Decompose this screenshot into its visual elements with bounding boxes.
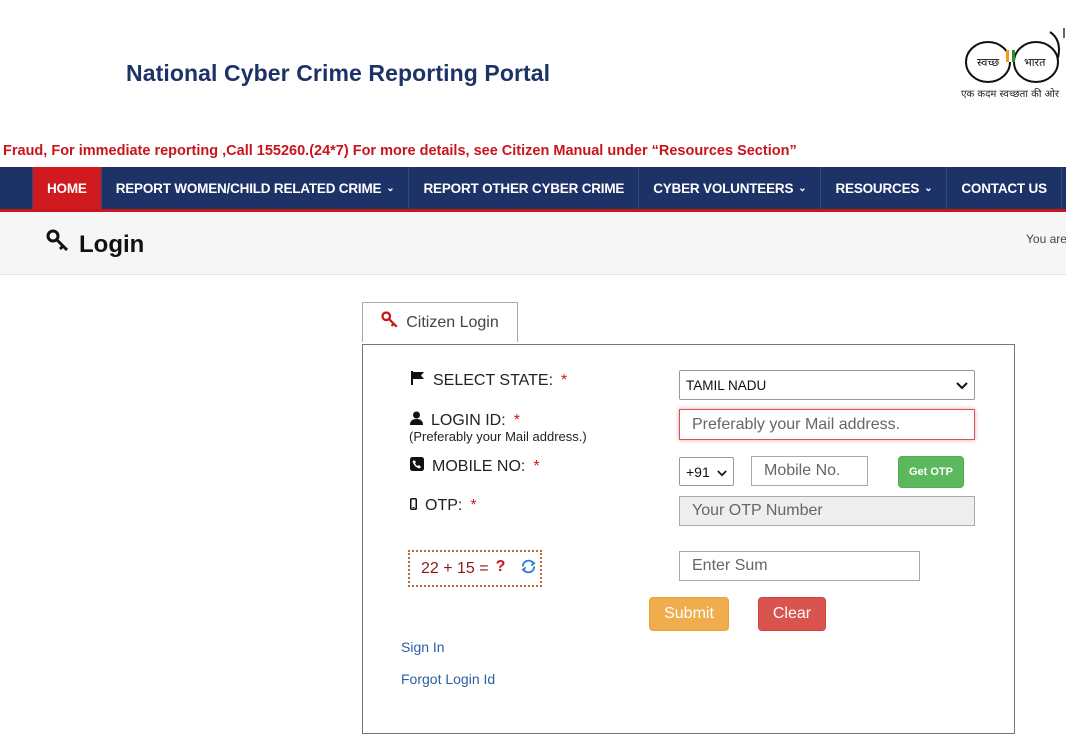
logo-right-text: भारत	[1024, 56, 1046, 69]
site-title: National Cyber Crime Reporting Portal	[126, 60, 551, 86]
submit-button[interactable]: Submit	[649, 597, 729, 631]
otp-label-text: OTP:	[425, 497, 463, 514]
otp-label: OTP: *	[410, 497, 477, 515]
otp-input[interactable]: Your OTP Number	[679, 496, 975, 526]
required-mark: *	[513, 411, 520, 429]
required-mark: *	[561, 371, 568, 389]
nav-cyber-volunteers-label: CYBER VOLUNTEERS	[653, 180, 794, 196]
nav-contact-us[interactable]: CONTACT US	[947, 167, 1062, 209]
key-icon	[46, 229, 70, 260]
state-label-text: SELECT STATE:	[433, 371, 554, 389]
refresh-icon[interactable]	[520, 558, 537, 580]
user-icon	[410, 411, 423, 430]
page-title: Login	[46, 229, 144, 260]
navbar-spacer	[0, 167, 33, 209]
get-otp-button[interactable]: Get OTP	[898, 456, 964, 488]
state-select[interactable]: TAMIL NADU	[679, 370, 975, 400]
required-mark: *	[533, 457, 540, 475]
nav-home[interactable]: HOME	[33, 167, 102, 209]
mobile-label-text: MOBILE NO:	[432, 457, 526, 475]
main-navbar: HOME REPORT WOMEN/CHILD RELATED CRIME ⌄ R…	[0, 167, 1066, 212]
nav-resources[interactable]: RESOURCES ⌄	[821, 167, 948, 209]
phone-icon	[410, 457, 424, 476]
page-heading-band	[0, 212, 1066, 275]
tab-citizen-login-label: Citizen Login	[406, 313, 499, 331]
chevron-down-icon	[956, 378, 968, 393]
tab-citizen-login[interactable]: Citizen Login	[362, 302, 518, 342]
country-code-value: +91	[686, 463, 710, 480]
key-icon	[381, 311, 399, 334]
captcha-sum-input[interactable]: Enter Sum	[679, 551, 920, 581]
chevron-down-icon: ⌄	[924, 182, 933, 194]
mobile-number-input[interactable]: Mobile No.	[751, 456, 868, 486]
chevron-down-icon: ⌄	[798, 182, 807, 194]
mobile-device-icon	[410, 497, 417, 515]
captcha-question-mark: ?	[495, 557, 506, 575]
state-label: SELECT STATE: *	[410, 371, 567, 390]
login-id-sublabel: (Preferably your Mail address.)	[409, 429, 587, 444]
nav-report-women-child-label: REPORT WOMEN/CHILD RELATED CRIME	[115, 180, 382, 196]
login-id-input[interactable]: Preferably your Mail address.	[679, 409, 975, 440]
announcement-ticker: Fraud, For immediate reporting ,Call 155…	[3, 143, 797, 159]
swachh-tagline: एक कदम स्वच्छता की ओर	[961, 89, 1059, 100]
nav-report-women-child[interactable]: REPORT WOMEN/CHILD RELATED CRIME ⌄	[102, 167, 410, 209]
breadcrumb: You are	[1026, 232, 1066, 246]
clear-button[interactable]: Clear	[758, 597, 826, 631]
flag-icon	[410, 371, 425, 390]
page-title-text: Login	[79, 230, 145, 258]
country-code-select[interactable]: +91	[679, 457, 734, 486]
captcha-box: 22 + 15 = ?	[408, 550, 542, 587]
nav-home-label: HOME	[47, 180, 87, 196]
captcha-question: 22 + 15 =	[421, 559, 489, 577]
nav-resources-label: RESOURCES	[835, 180, 920, 196]
forgot-login-id-link[interactable]: Forgot Login Id	[401, 671, 495, 687]
chevron-down-icon: ⌄	[386, 182, 395, 194]
sign-in-link[interactable]: Sign In	[401, 639, 445, 655]
login-id-label: LOGIN ID: *	[410, 411, 520, 430]
mobile-label: MOBILE NO: *	[410, 457, 540, 476]
nav-report-other-label: REPORT OTHER CYBER CRIME	[423, 180, 625, 196]
login-id-label-text: LOGIN ID:	[431, 411, 506, 429]
required-mark: *	[470, 497, 477, 514]
state-select-value: TAMIL NADU	[686, 377, 767, 393]
nav-report-other[interactable]: REPORT OTHER CYBER CRIME	[409, 167, 640, 209]
nav-contact-us-label: CONTACT US	[961, 180, 1047, 196]
logo-left-text: स्वच्छ	[977, 56, 999, 69]
chevron-down-icon	[717, 464, 727, 480]
nav-cyber-volunteers[interactable]: CYBER VOLUNTEERS ⌄	[639, 167, 822, 209]
